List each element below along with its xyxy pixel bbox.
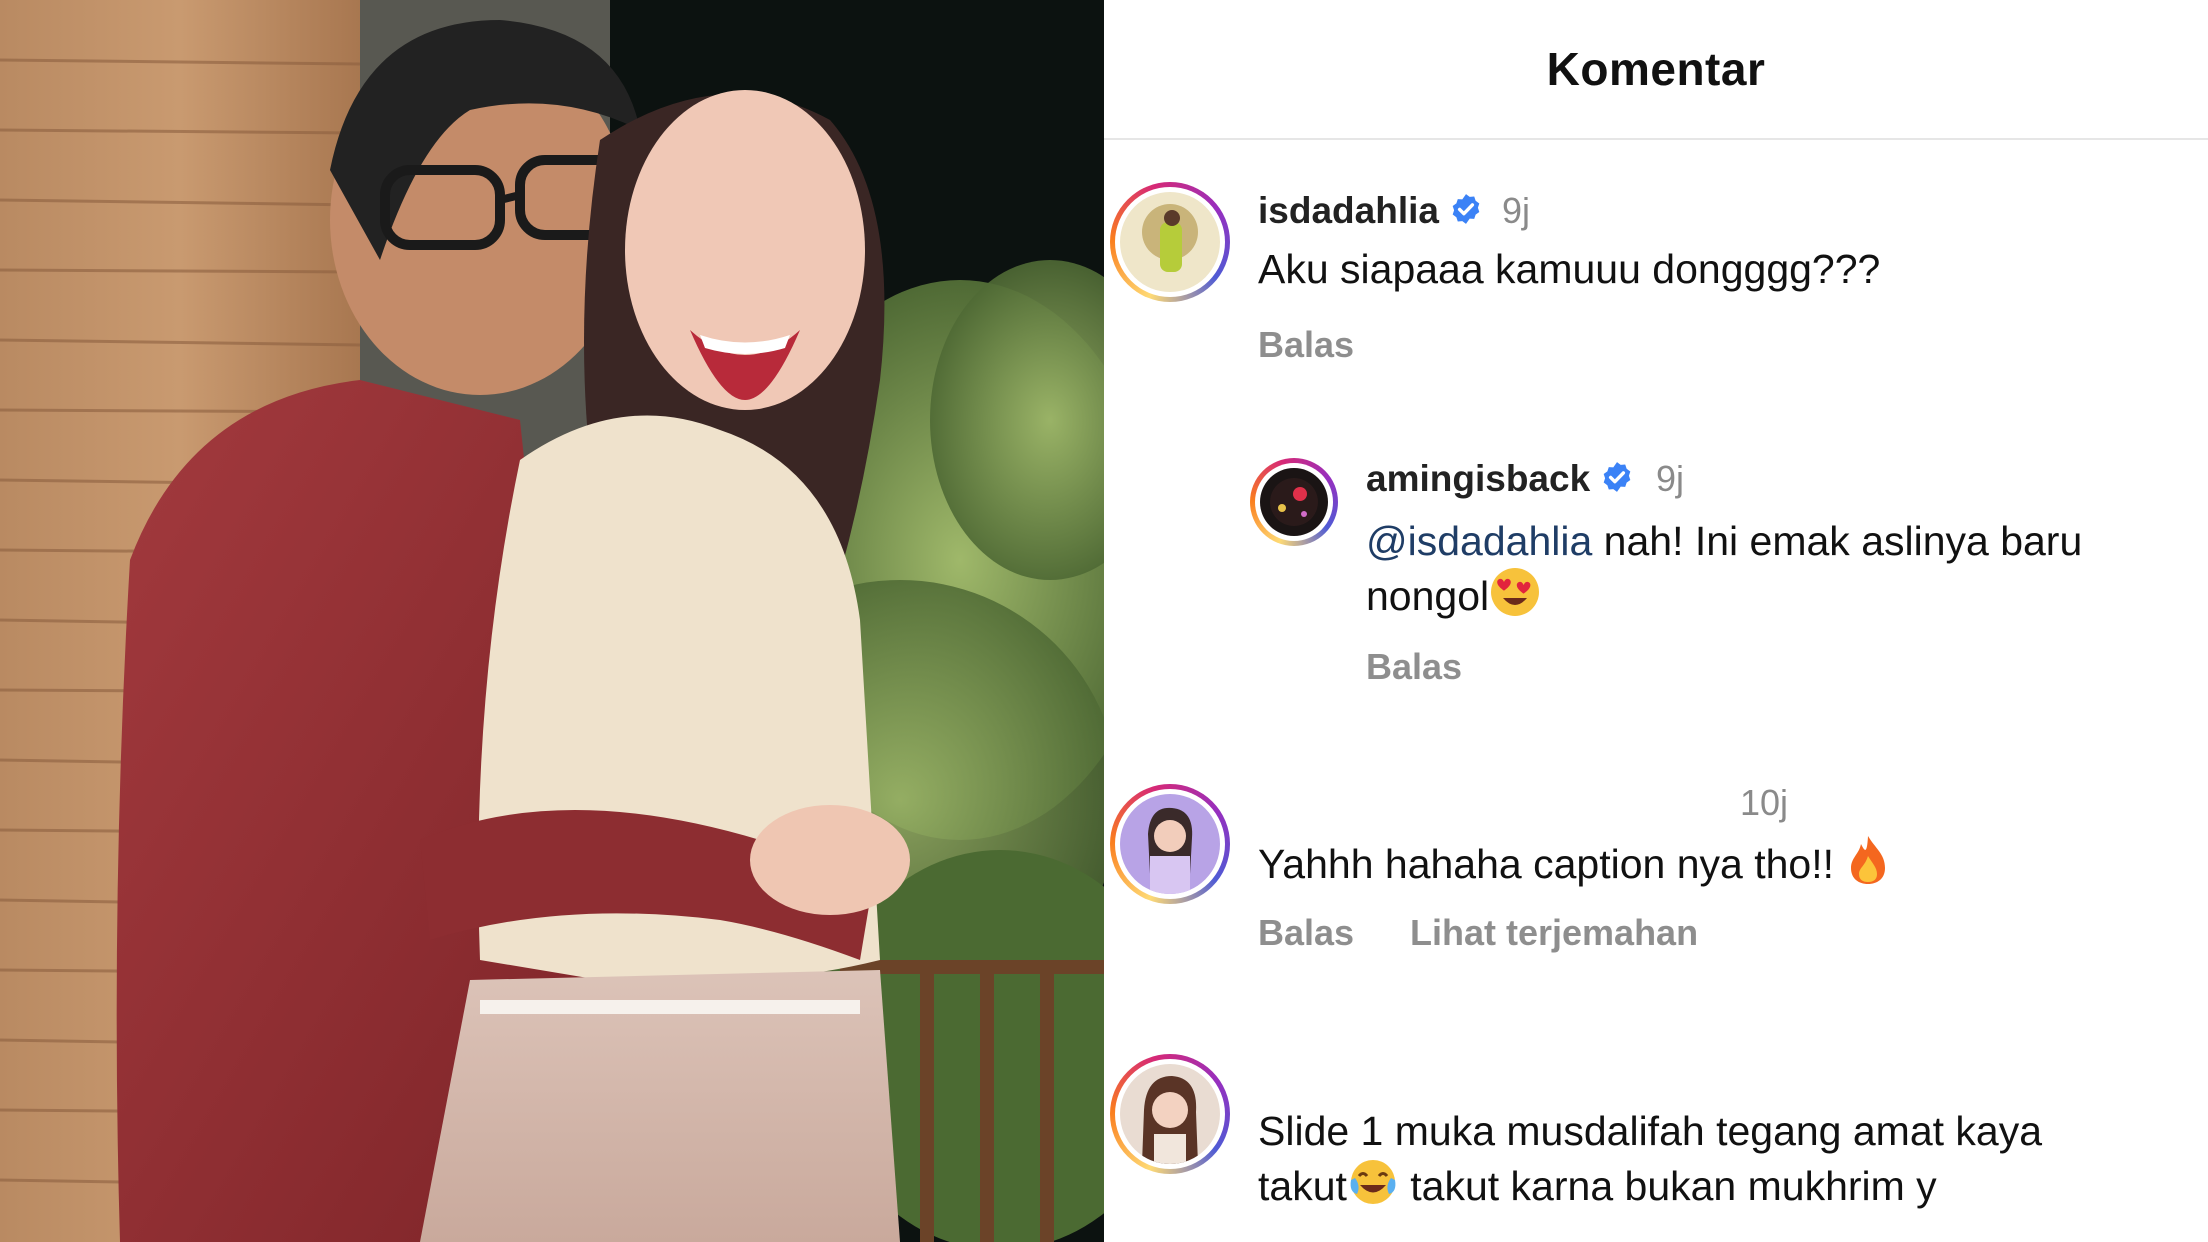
comment-text: Slide 1 muka musdalifah tegang amat kaya… [1258,1106,2188,1219]
translate-button[interactable]: Lihat terjemahan [1410,912,1698,954]
fire-emoji-icon [1845,834,1891,897]
reply-button[interactable]: Balas [1366,646,1462,688]
verified-badge-icon [1600,460,1634,503]
comment-username[interactable]: isdadahlia [1258,190,1483,235]
comment-time: 9j [1502,190,1531,231]
comment-text: @isdadahlia nah! Ini emak aslinya baru n… [1366,516,2196,629]
comment-time: 9j [1656,458,1685,499]
mention-link[interactable]: @isdadahlia [1366,518,1592,564]
comments-panel: Komentar isdadahlia 9j Aku siapaaa kamuu… [1104,0,2208,1242]
avatar[interactable] [1250,458,1338,546]
panel-header: Komentar [1104,0,2208,140]
avatar[interactable] [1110,1054,1230,1174]
comment-item: 10j Yahhh hahaha caption nya tho!! Balas… [1104,770,2208,970]
heart-eyes-emoji-icon [1489,566,1541,629]
page-title: Komentar [1546,43,1766,95]
verified-badge-icon [1449,192,1483,235]
comment-username[interactable]: amingisback [1366,458,1634,503]
reply-button[interactable]: Balas [1258,324,1354,366]
comment-text: Aku siapaaa kamuuu dongggg??? [1258,246,1881,292]
tears-of-joy-emoji-icon [1347,1156,1399,1219]
comment-item: Slide 1 muka musdalifah tegang amat kaya… [1104,1040,2208,1242]
comment-item: isdadahlia 9j Aku siapaaa kamuuu dongggg… [1104,138,2208,398]
comment-reply-item: amingisback 9j @isdadahlia nah! Ini emak… [1104,440,2208,700]
reply-button[interactable]: Balas [1258,912,1354,954]
comment-text: Yahhh hahaha caption nya tho!! [1258,834,2188,897]
avatar[interactable] [1110,784,1230,904]
comment-time: 10j [1740,782,1789,823]
avatar[interactable] [1110,182,1230,302]
post-photo [0,0,1104,1242]
